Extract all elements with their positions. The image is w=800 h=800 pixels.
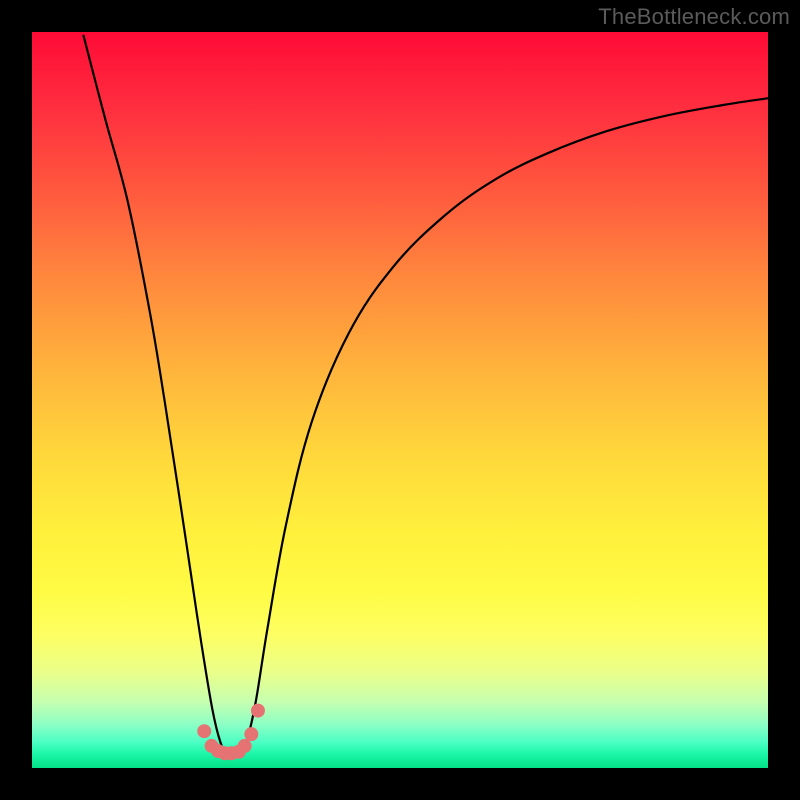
chart-frame: TheBottleneck.com	[0, 0, 800, 800]
watermark-text: TheBottleneck.com	[598, 4, 790, 30]
marker-dot	[197, 724, 211, 738]
plot-area	[32, 32, 768, 768]
marker-dot	[244, 727, 258, 741]
curve-path	[84, 36, 768, 754]
marker-dots	[197, 704, 265, 761]
black-curve	[84, 36, 768, 754]
chart-svg	[32, 32, 768, 768]
marker-dot	[251, 704, 265, 718]
marker-dot	[238, 739, 252, 753]
